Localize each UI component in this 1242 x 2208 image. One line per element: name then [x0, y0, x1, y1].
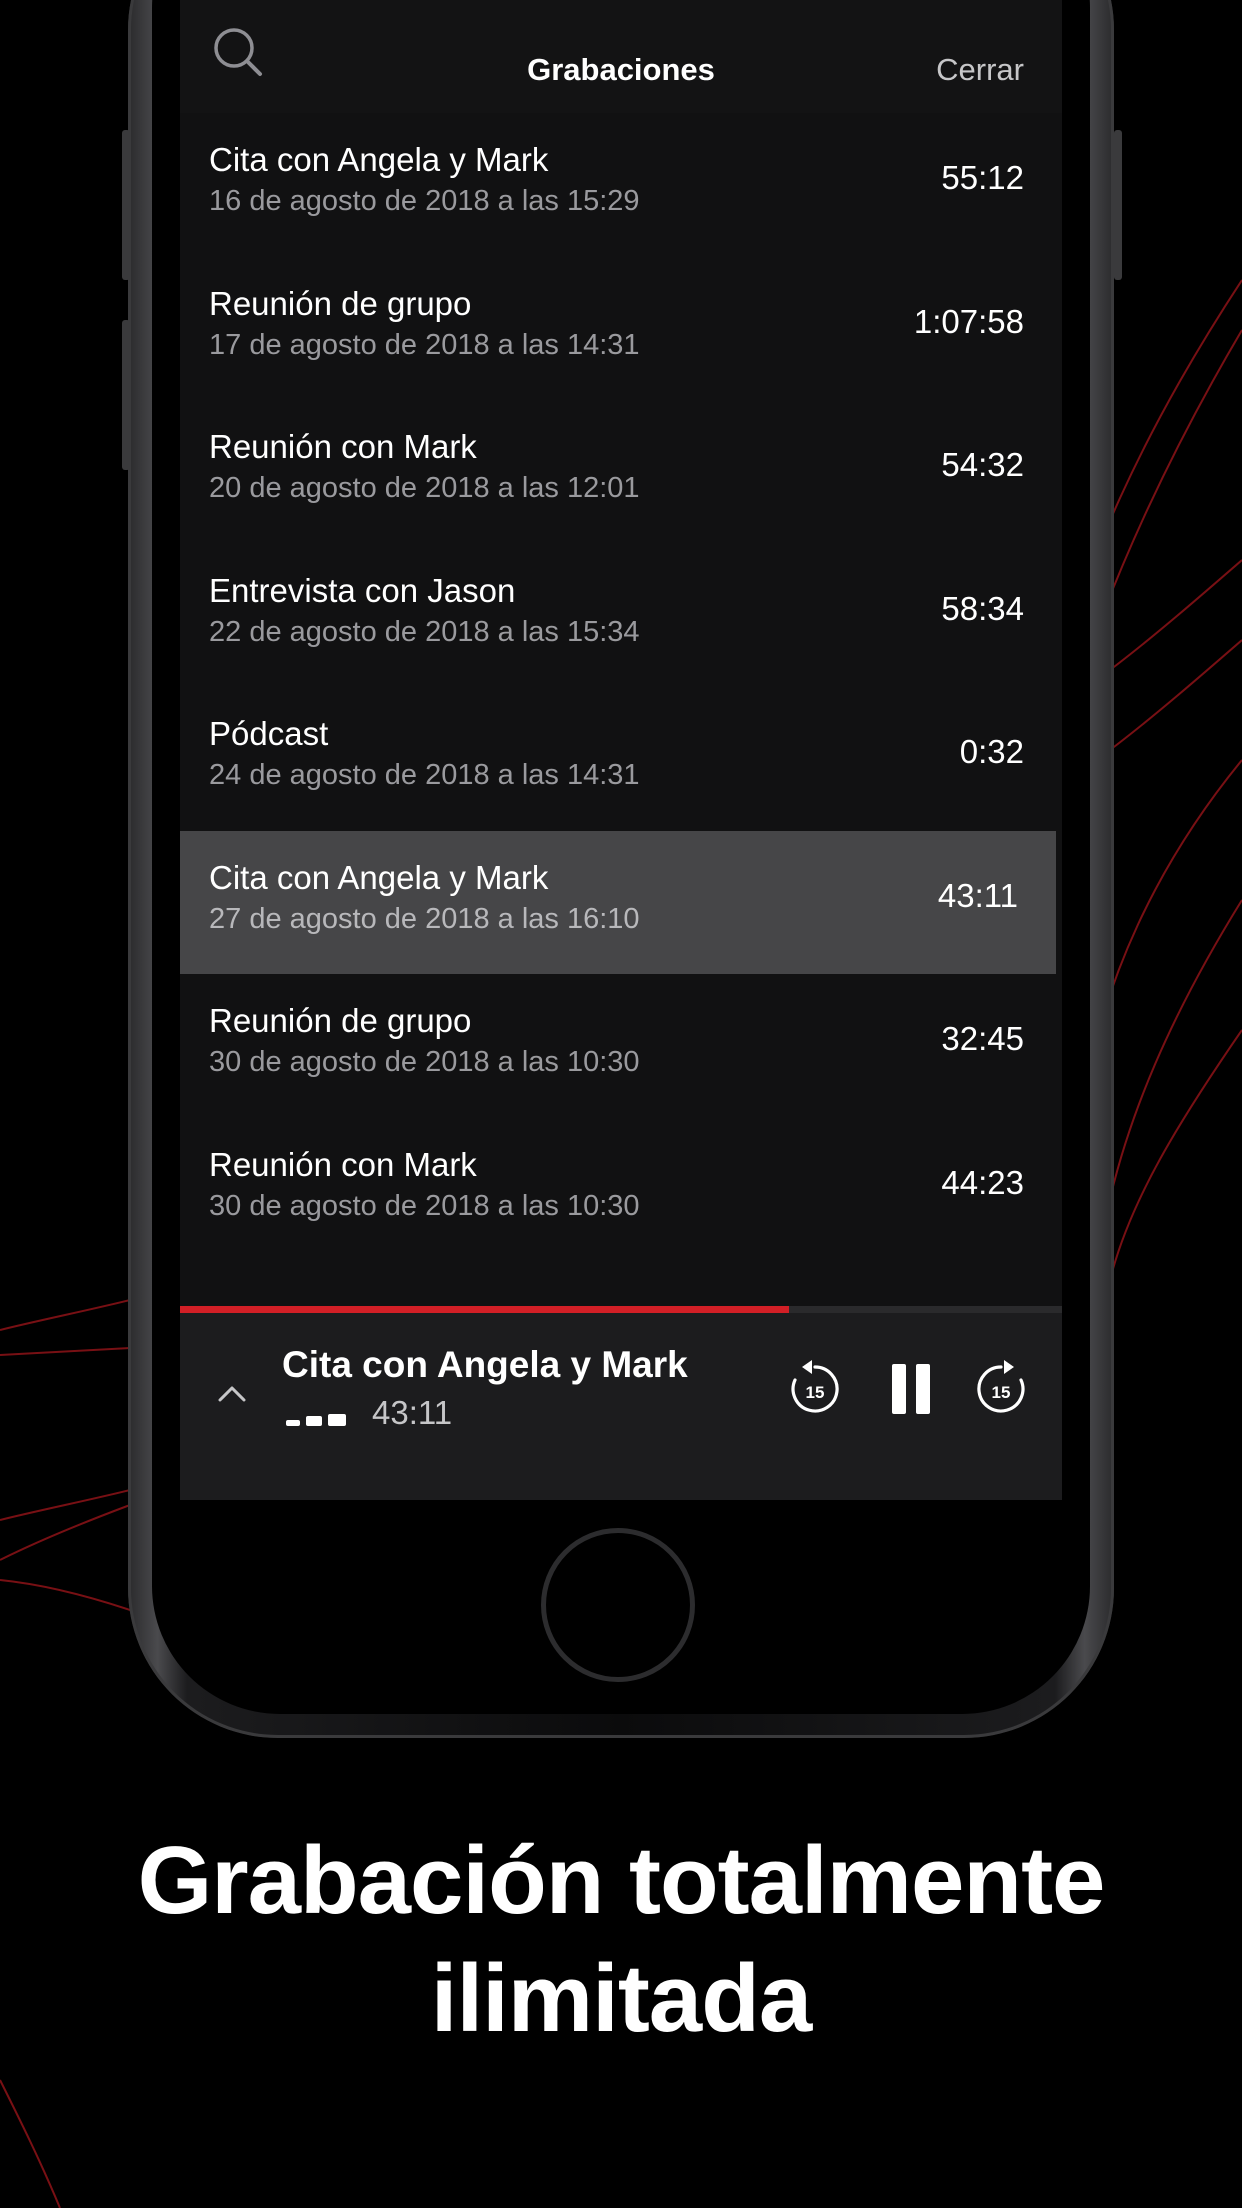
recording-name: Cita con Angela y Mark: [209, 858, 549, 896]
mini-player: Cita con Angela y Mark 43:11 15 15: [180, 1306, 1062, 1500]
recording-row[interactable]: Cita con Angela y Mark 16 de agosto de 20…: [180, 113, 1062, 257]
waveform-icon: [286, 1414, 346, 1426]
player-elapsed-time: 43:11: [372, 1394, 453, 1431]
recording-name: Entrevista con Jason: [209, 571, 516, 609]
recording-date: 17 de agosto de 2018 a las 14:31: [209, 328, 640, 361]
recording-duration: 0:32: [959, 733, 1024, 770]
promo-caption: Grabación totalmente ilimitada: [0, 1822, 1242, 2058]
caption-line-1: Grabación totalmente: [137, 1827, 1106, 1934]
recording-date: 30 de agosto de 2018 a las 10:30: [209, 1189, 640, 1222]
recording-name: Cita con Angela y Mark: [209, 141, 549, 178]
recording-date: 16 de agosto de 2018 a las 15:29: [209, 185, 640, 217]
recording-row[interactable]: Reunión con Mark 20 de agosto de 2018 a l…: [180, 400, 1062, 544]
volume-button-down: [122, 320, 130, 470]
skip-back-15-icon[interactable]: 15: [784, 1358, 846, 1420]
recording-name: Pódcast: [209, 715, 329, 752]
skip-forward-15-icon[interactable]: 15: [970, 1358, 1032, 1420]
recording-date: 30 de agosto de 2018 a las 10:30: [209, 1046, 640, 1078]
recording-duration: 43:11: [937, 876, 1018, 914]
recording-duration: 58:34: [941, 589, 1024, 627]
recording-duration: 55:12: [941, 159, 1024, 196]
recording-row[interactable]: Reunión con Mark 30 de agosto de 2018 a l…: [180, 1118, 1062, 1262]
recording-name: Reunión con Mark: [209, 1145, 477, 1183]
player-track-title: Cita con Angela y Mark: [282, 1344, 688, 1385]
navigation-bar: Grabaciones Cerrar: [180, 0, 1062, 113]
power-button: [1114, 130, 1122, 280]
skip-forward-label: 15: [992, 1383, 1011, 1402]
caption-line-2: ilimitada: [430, 1945, 812, 2052]
pause-icon[interactable]: [880, 1358, 942, 1420]
playback-progress-fill: [180, 1306, 789, 1313]
playback-progress-bar[interactable]: [180, 1306, 1062, 1313]
recording-date: 22 de agosto de 2018 a las 15:34: [209, 615, 640, 648]
volume-button-up: [122, 130, 130, 280]
recording-row[interactable]: Cita con Angela y Mark 27 de agosto de 20…: [180, 830, 1056, 974]
skip-back-label: 15: [806, 1383, 825, 1402]
recording-duration: 32:45: [941, 1020, 1024, 1057]
home-button[interactable]: [541, 1528, 695, 1682]
chevron-up-icon[interactable]: [212, 1374, 252, 1414]
recording-date: 24 de agosto de 2018 a las 14:31: [209, 759, 640, 791]
recording-duration: 1:07:58: [913, 302, 1024, 340]
recording-duration: 44:23: [941, 1163, 1024, 1201]
recording-row[interactable]: Pódcast 24 de agosto de 2018 a las 14:31 0…: [180, 687, 1062, 831]
recording-row[interactable]: Reunión de grupo 30 de agosto de 2018 a l…: [180, 974, 1062, 1118]
recording-row[interactable]: Reunión de grupo 17 de agosto de 2018 a l…: [180, 257, 1062, 401]
recording-date: 20 de agosto de 2018 a las 12:01: [209, 472, 640, 504]
recording-duration: 54:32: [941, 446, 1024, 483]
page-title: Grabaciones: [527, 52, 715, 87]
recording-date: 27 de agosto de 2018 a las 16:10: [209, 902, 640, 935]
recording-name: Reunión de grupo: [209, 1002, 472, 1039]
recording-name: Reunión de grupo: [209, 284, 472, 322]
recordings-list: Cita con Angela y Mark 16 de agosto de 20…: [180, 113, 1062, 1261]
recording-name: Reunión con Mark: [209, 428, 477, 465]
close-button[interactable]: Cerrar: [936, 52, 1024, 88]
recording-row[interactable]: Entrevista con Jason 22 de agosto de 2018…: [180, 544, 1062, 688]
app-screen: Grabaciones Cerrar Cita con Angela y Mar…: [180, 0, 1062, 1500]
